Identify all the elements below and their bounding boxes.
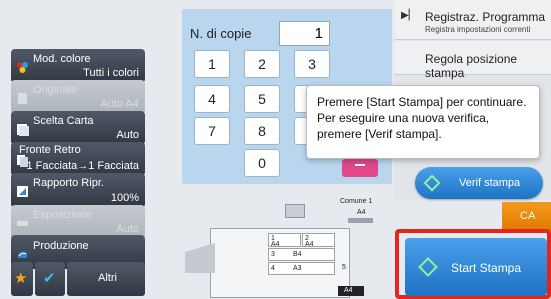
key-2[interactable]: 2 (244, 50, 280, 78)
stamp-position-button[interactable]: Regola posizione stampa (395, 41, 551, 80)
output-tray-left (185, 243, 215, 273)
ratio-value: 100% (110, 192, 139, 204)
clear-key[interactable] (342, 159, 378, 177)
copies-label: N. di copie (190, 26, 252, 41)
copies-value: 1 (314, 25, 323, 42)
tooltip-line-3: premere [Verif stampa]. (317, 127, 442, 141)
exposure-button[interactable]: Esposizione Auto (11, 205, 145, 239)
favorite-button[interactable]: ★ (11, 262, 33, 296)
paper-icon (16, 123, 29, 136)
register-program-sublabel: Registra impostazioni correnti (425, 25, 531, 34)
color-mode-value: Tutti i colori (83, 67, 139, 79)
instruction-tooltip: Premere [Start Stampa] per continuare. P… (306, 85, 540, 159)
ratio-icon (16, 185, 29, 198)
start-label: Start Stampa (451, 261, 522, 275)
register-program-label: Registraz. Programma (425, 10, 546, 24)
tray-5-label: 5 (342, 264, 346, 271)
machine-diagram: Comune 1 A4 1 A4 2 A4 3 B4 4 A3 5 A4 (170, 198, 385, 298)
others-button[interactable]: Altri (67, 262, 145, 296)
verify-icon (423, 174, 441, 192)
output-title: Produzione (33, 240, 89, 252)
key-3[interactable]: 3 (294, 50, 330, 78)
stamp-position-label: Regola posizione stampa (425, 52, 518, 80)
tooltip-line-2: Per eseguire una nuova verifica, (317, 111, 490, 125)
play-icon: ▶▏ (401, 10, 417, 21)
exposure-title: Esposizione (33, 209, 93, 221)
tray-4[interactable]: 4 A3 (268, 262, 335, 275)
exposure-icon (16, 217, 29, 230)
tray-2[interactable]: 2 A4 (302, 233, 335, 248)
duplex-button[interactable]: Fronte Retro 1 Facciata→1 Facciata (11, 142, 145, 176)
tooltip-line-1: Premere [Start Stampa] per continuare. (317, 95, 527, 109)
key-7[interactable]: 7 (194, 117, 230, 145)
original-icon (16, 92, 29, 105)
paper-select-title: Scelta Carta (33, 115, 94, 127)
key-5[interactable]: 5 (244, 85, 280, 113)
check-icon: ✔ (43, 270, 56, 287)
scanner-unit (285, 204, 305, 218)
tray-grid: 1 A4 2 A4 3 B4 4 A3 (268, 233, 338, 295)
key-1[interactable]: 1 (194, 50, 230, 78)
key-4[interactable]: 4 (194, 85, 230, 113)
copies-input[interactable]: 1 (279, 21, 330, 46)
tray-1[interactable]: 1 A4 (268, 233, 301, 248)
original-title: Originale (33, 84, 78, 96)
verify-print-button[interactable]: Verif stampa (415, 167, 543, 199)
bypass-label: Comune 1 (340, 198, 373, 205)
duplex-value: 1 Facciata→1 Facciata (26, 160, 140, 172)
verify-label: Verif stampa (459, 177, 521, 189)
copy-screen: Mod. colore Tutti i colori Originale Aut… (0, 0, 551, 299)
color-mode-title: Mod. colore (33, 53, 91, 65)
register-program-button[interactable]: ▶▏ Registraz. Programma Registra imposta… (395, 0, 551, 40)
color-mode-icon (16, 61, 29, 74)
color-mode-button[interactable]: Mod. colore Tutti i colori (11, 49, 145, 83)
clear-all-button[interactable]: CA (502, 202, 551, 231)
bypass-size: A4 (357, 209, 366, 216)
star-icon: ★ (14, 270, 28, 287)
start-icon (418, 257, 438, 277)
ratio-button[interactable]: Rapporto Ripr. 100% (11, 173, 145, 208)
original-value: Auto A4 (100, 98, 139, 110)
exposure-value: Auto (116, 223, 139, 235)
key-8[interactable]: 8 (244, 117, 280, 145)
paper-select-button[interactable]: Scelta Carta Auto (11, 111, 145, 145)
tray-3[interactable]: 3 B4 (268, 248, 335, 261)
output-icon (16, 247, 29, 260)
check-button[interactable]: ✔ (35, 262, 65, 296)
duplex-title: Fronte Retro (19, 144, 81, 156)
key-0[interactable]: 0 (244, 149, 280, 177)
start-print-button[interactable]: Start Stampa (405, 238, 547, 296)
ca-label: CA (520, 210, 536, 222)
ratio-title: Rapporto Ripr. (33, 177, 104, 189)
paper-select-value: Auto (116, 129, 139, 141)
clear-icon (355, 164, 365, 166)
original-button[interactable]: Originale Auto A4 (11, 80, 145, 114)
others-label: Altri (98, 272, 117, 284)
bypass-tray (348, 218, 373, 223)
output-size-badge: A4 (338, 286, 364, 296)
